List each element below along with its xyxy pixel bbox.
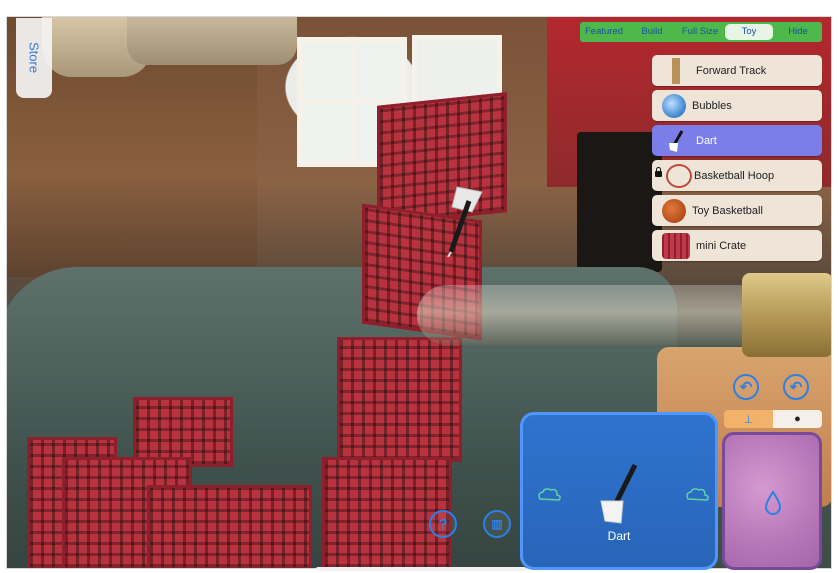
tab-full-size[interactable]: Full Size: [676, 22, 724, 42]
drop-icon[interactable]: ●: [773, 410, 822, 428]
help-icon[interactable]: ?: [429, 510, 457, 538]
store-label: Store: [26, 42, 42, 74]
tab-toy[interactable]: Toy: [725, 24, 773, 40]
dart-icon: [662, 128, 690, 154]
selected-object-label: Dart: [607, 529, 631, 543]
list-item-basketball-hoop[interactable]: Basketball Hoop: [652, 160, 822, 191]
pin-icon[interactable]: ⊥: [724, 410, 773, 428]
list-item-label: Dart: [696, 134, 717, 147]
cloud-icon: [538, 488, 561, 501]
cloud-icon: [686, 488, 709, 501]
fluid-card[interactable]: [722, 432, 822, 570]
selected-object-card[interactable]: Dart: [520, 412, 718, 570]
track-icon: [662, 57, 690, 84]
dart-icon: [600, 463, 638, 524]
home-indicator: [316, 567, 526, 571]
list-item-label: Toy Basketball: [692, 204, 763, 217]
list-item-mini-crate[interactable]: mini Crate: [652, 230, 822, 261]
list-item-forward-track[interactable]: Forward Track: [652, 55, 822, 86]
tube-cap: [742, 273, 831, 357]
list-item-dart[interactable]: Dart: [652, 125, 822, 156]
trash-icon[interactable]: ▥: [483, 510, 511, 538]
crate[interactable]: [337, 337, 462, 462]
crate[interactable]: [147, 485, 312, 568]
lamp-shade: [127, 17, 297, 65]
mode-toggle[interactable]: ⊥ ●: [724, 410, 822, 428]
list-item-label: Bubbles: [692, 99, 732, 112]
tab-build[interactable]: Build: [628, 22, 676, 42]
basketball-icon: [662, 198, 686, 223]
list-item-label: Basketball Hoop: [694, 169, 775, 182]
water-drop-icon: [764, 490, 782, 515]
rotate-back-icon[interactable]: ↶: [783, 374, 809, 400]
lock-icon: [655, 167, 662, 177]
category-tabs: Featured Build Full Size Toy Hide: [580, 22, 822, 42]
hoop-icon: [666, 163, 692, 188]
placed-dart[interactable]: [437, 177, 507, 257]
list-item-label: Forward Track: [696, 64, 767, 77]
tab-hide[interactable]: Hide: [774, 22, 822, 42]
item-list: Forward Track Bubbles Dart Basketball Ho…: [652, 55, 822, 265]
arcade-cabinet: [577, 132, 662, 272]
undo-icon[interactable]: ↶: [733, 374, 759, 400]
store-button[interactable]: Store: [16, 18, 52, 98]
list-item-toy-basketball[interactable]: Toy Basketball: [652, 195, 822, 226]
crate-icon: [662, 232, 690, 259]
bubble-icon: [662, 93, 686, 118]
list-item-label: mini Crate: [696, 239, 747, 252]
glass-tube[interactable]: [417, 285, 777, 345]
list-item-bubbles[interactable]: Bubbles: [652, 90, 822, 121]
tab-featured[interactable]: Featured: [580, 22, 628, 42]
